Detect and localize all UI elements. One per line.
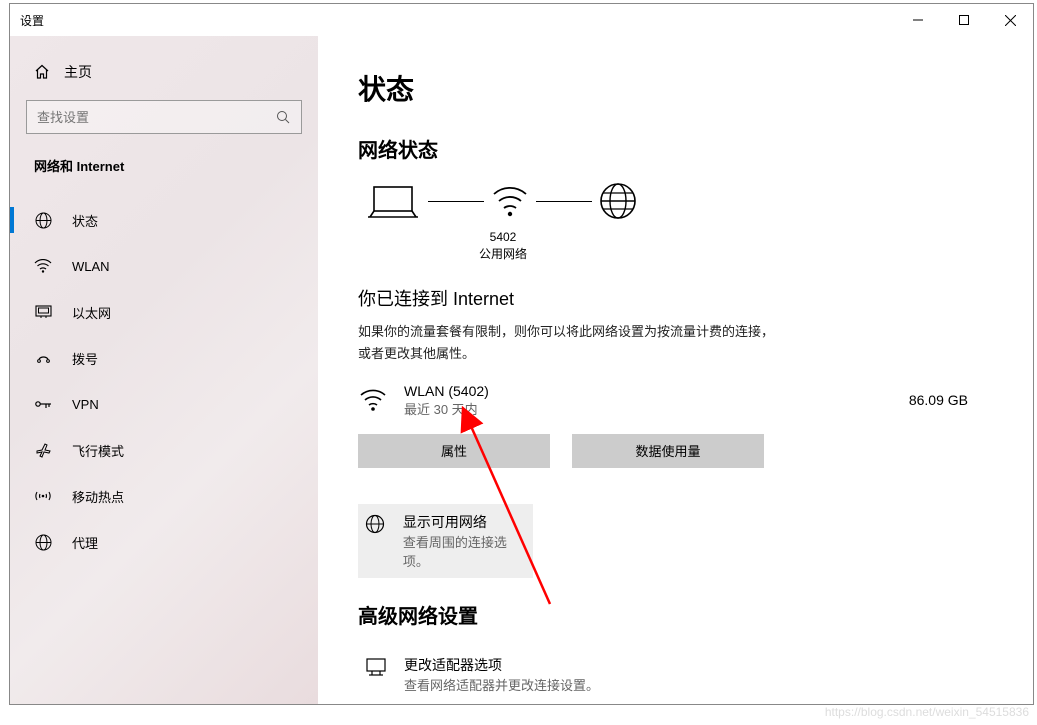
proxy-icon <box>34 534 52 551</box>
data-usage-button[interactable]: 数据使用量 <box>572 434 764 468</box>
main-content: 状态 网络状态 5402 公用网络 <box>318 36 1033 704</box>
laptop-icon <box>364 181 422 221</box>
connected-desc: 如果你的流量套餐有限制，则你可以将此网络设置为按流量计费的连接，或者更改其他属性… <box>358 321 778 365</box>
sidebar-item-status[interactable]: 状态 <box>10 197 318 243</box>
globe-icon <box>34 212 52 229</box>
sidebar: 主页 网络和 Internet 状态 WLAN <box>10 36 318 704</box>
maximize-button[interactable] <box>941 4 987 36</box>
sidebar-item-airplane[interactable]: 飞行模式 <box>10 427 318 473</box>
section-advanced: 高级网络设置 <box>358 600 993 629</box>
sidebar-item-label: WLAN <box>72 259 110 274</box>
wifi-icon <box>490 184 530 218</box>
sidebar-item-hotspot[interactable]: 移动热点 <box>10 473 318 519</box>
connected-title: 你已连接到 Internet <box>358 285 993 311</box>
adapter-options-link[interactable]: 更改适配器选项 查看网络适配器并更改连接设置。 <box>358 647 993 702</box>
section-network-status: 网络状态 <box>358 134 993 163</box>
sidebar-item-label: 拨号 <box>72 349 98 368</box>
connection-name: WLAN (5402) <box>404 383 489 399</box>
sidebar-item-wlan[interactable]: WLAN <box>10 243 318 289</box>
hotspot-icon <box>34 489 52 503</box>
sidebar-item-label: VPN <box>72 397 99 412</box>
search-icon <box>276 110 291 125</box>
minimize-button[interactable] <box>895 4 941 36</box>
network-diagram <box>364 181 993 221</box>
home-icon <box>34 64 50 80</box>
wifi-icon <box>34 259 52 273</box>
connection-sub: 最近 30 天内 <box>404 399 489 418</box>
option-title: 显示可用网络 <box>403 512 527 532</box>
adapter-icon <box>364 657 388 677</box>
sidebar-item-label: 移动热点 <box>72 487 124 506</box>
connection-row: WLAN (5402) 最近 30 天内 86.09 GB <box>358 383 993 418</box>
window-title: 设置 <box>20 12 44 29</box>
sidebar-item-label: 以太网 <box>72 303 111 322</box>
sidebar-item-proxy[interactable]: 代理 <box>10 519 318 565</box>
page-title: 状态 <box>358 68 993 108</box>
option-sub: 查看周围的连接选项。 <box>403 532 527 570</box>
home-link[interactable]: 主页 <box>10 58 318 100</box>
properties-button[interactable]: 属性 <box>358 434 550 468</box>
sidebar-item-dialup[interactable]: 拨号 <box>10 335 318 381</box>
diagram-caption: 5402 公用网络 <box>458 229 548 263</box>
close-button[interactable] <box>987 4 1033 36</box>
vpn-icon <box>34 398 52 410</box>
titlebar: 设置 <box>10 4 1033 36</box>
dialup-icon <box>34 351 52 365</box>
option-sub: 查看网络适配器并更改连接设置。 <box>404 675 599 694</box>
globe-icon <box>598 181 638 221</box>
search-input[interactable] <box>37 110 253 125</box>
sidebar-category: 网络和 Internet <box>10 156 318 197</box>
airplane-icon <box>34 442 52 459</box>
sidebar-item-label: 代理 <box>72 533 98 552</box>
sidebar-item-vpn[interactable]: VPN <box>10 381 318 427</box>
home-label: 主页 <box>64 62 92 82</box>
search-box[interactable] <box>26 100 302 134</box>
show-networks-option[interactable]: 显示可用网络 查看周围的连接选项。 <box>358 504 533 578</box>
sidebar-item-ethernet[interactable]: 以太网 <box>10 289 318 335</box>
sidebar-item-label: 状态 <box>72 211 98 230</box>
sidebar-item-label: 飞行模式 <box>72 441 124 460</box>
wifi-icon <box>358 388 388 412</box>
option-title: 更改适配器选项 <box>404 655 599 675</box>
ethernet-icon <box>34 305 52 319</box>
globe-icon <box>364 514 387 534</box>
connection-usage: 86.09 GB <box>909 392 968 408</box>
watermark: https://blog.csdn.net/weixin_54515836 <box>825 705 1029 719</box>
